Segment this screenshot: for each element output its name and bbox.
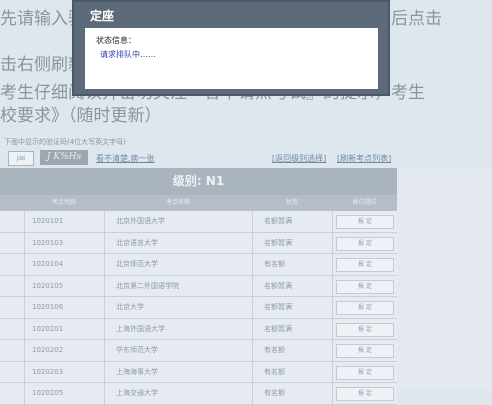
table-row: 1020201 上海外国语大学 名额暂满 报 定: [0, 318, 397, 340]
book-button[interactable]: 报 定: [336, 365, 394, 380]
site-status: 名额暂满: [264, 217, 292, 225]
site-name: 北京第二外国语学院: [116, 281, 179, 290]
site-code: 1020201: [32, 324, 64, 333]
back-to-level-link[interactable]: [返回级别选择]: [272, 153, 326, 164]
table-row: 1020105 北京第二外国语学院 名额暂满 报 定: [0, 275, 397, 297]
table-row: 1020104 北京师范大学 有名额 报 定: [0, 254, 397, 276]
captcha-input[interactable]: jai: [8, 151, 34, 166]
header-action: 报位提位: [352, 199, 377, 206]
site-status: 有名额: [264, 367, 285, 376]
header-code: 考点代码: [51, 199, 76, 206]
exam-site-table: 级别: N1 考点代码 考点名称 状态 报位提位 1020101 北京外国语大学…: [0, 168, 397, 405]
right-blank-area: [397, 168, 492, 390]
site-code: 1020105: [32, 281, 64, 290]
site-name: 上海海事大学: [116, 367, 158, 376]
site-name: 华东师范大学: [116, 346, 158, 354]
refresh-list-link[interactable]: [刷新考点列表]: [337, 153, 391, 164]
book-button[interactable]: 报 定: [336, 279, 394, 294]
status-message: 请求排队中……: [100, 50, 156, 59]
header-name: 考点名称: [165, 199, 190, 206]
site-code: 1020202: [32, 346, 64, 354]
site-code: 1020104: [32, 260, 64, 268]
site-code: 1020106: [32, 303, 64, 311]
captcha-image: J K%Hs: [40, 150, 88, 165]
site-status: 有名额: [264, 260, 285, 268]
dialog-title: 定座: [90, 9, 115, 23]
site-code: 1020101: [32, 217, 64, 225]
table-row: 1020106 北京大学 名额暂满 报 定: [0, 297, 397, 319]
book-button[interactable]: 报 定: [336, 236, 394, 251]
book-button[interactable]: 报 定: [336, 301, 394, 315]
table-row: 1020202 华东师范大学 有名额 报 定: [0, 340, 397, 362]
site-status: 名额暂满: [264, 303, 292, 311]
table-row: 1020205 上海交通大学 有名额 报 定: [0, 383, 397, 405]
booking-dialog: 定座 状态信息： 请求排队中……: [72, 0, 390, 96]
site-name: 北京外国语大学: [116, 217, 165, 225]
page: 先请输入验证码，再点选择您要参加申请的考点，最后点击 击右侧刷新，如果您已经回到…: [0, 0, 492, 405]
table-row: 1020101 北京外国语大学 名额暂满 报 定: [0, 211, 397, 233]
refresh-captcha-link[interactable]: 看不清楚,换一张: [96, 153, 155, 164]
site-status: 名额暂满: [264, 281, 292, 290]
site-status: 有名额: [264, 389, 285, 397]
book-button[interactable]: 报 定: [336, 215, 394, 229]
table-header: 考点代码 考点名称 状态 报位提位: [0, 195, 397, 211]
site-name: 北京师范大学: [116, 260, 158, 268]
site-name: 北京语言大学: [116, 238, 158, 247]
book-button[interactable]: 报 定: [336, 258, 394, 272]
site-status: 名额暂满: [264, 238, 292, 247]
site-code: 1020103: [32, 238, 64, 247]
captcha-row: jai J K%Hs 看不清楚,换一张 [返回级别选择] [刷新考点列表]: [0, 150, 492, 166]
site-status: 有名额: [264, 346, 285, 354]
book-button[interactable]: 报 定: [336, 322, 394, 337]
site-code: 1020203: [32, 367, 64, 376]
site-name: 上海交通大学: [116, 389, 158, 397]
table-body: 1020101 北京外国语大学 名额暂满 报 定 1020103 北京语言大学 …: [0, 211, 397, 405]
site-name: 上海外国语大学: [116, 324, 165, 333]
status-label: 状态信息：: [96, 36, 136, 45]
book-button[interactable]: 报 定: [336, 344, 394, 358]
book-button[interactable]: 报 定: [336, 387, 394, 401]
instruction-line-4: 校要求》（随时更新）: [0, 106, 162, 126]
grade-title: 级别: N1: [0, 168, 397, 195]
header-status: 状态: [285, 199, 298, 206]
site-status: 名额暂满: [264, 324, 292, 333]
site-name: 北京大学: [116, 303, 144, 311]
table-row: 1020203 上海海事大学 有名额 报 定: [0, 361, 397, 383]
site-code: 1020205: [32, 389, 64, 397]
captcha-hint: 下面中显示的验证码(4位大写英文字母): [4, 138, 126, 146]
dialog-body: 状态信息： 请求排队中……: [85, 28, 378, 89]
table-row: 1020103 北京语言大学 名额暂满 报 定: [0, 232, 397, 254]
